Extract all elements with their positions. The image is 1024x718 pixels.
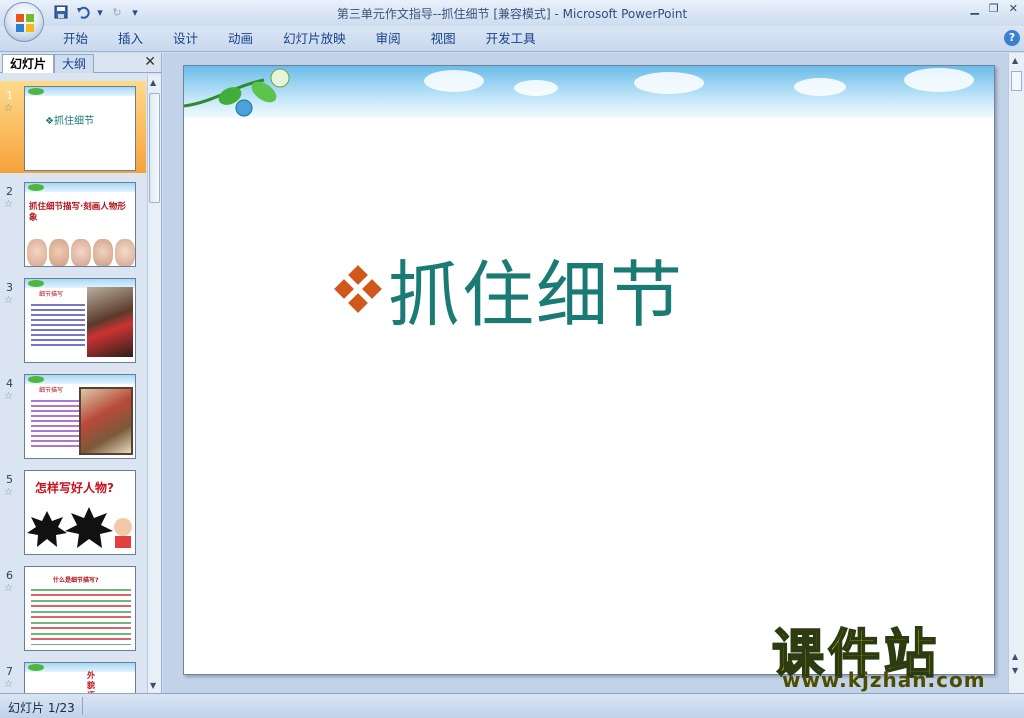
thumbnail-slide-3[interactable]: 3 ☆ 细节描写 <box>0 273 146 365</box>
thumbnail-text: 怎样写好人物? <box>35 481 114 495</box>
scrollbar-thumb[interactable] <box>1011 71 1022 91</box>
thumbnail-number: 2 <box>6 185 13 198</box>
next-slide-icon[interactable]: ▼ <box>1012 666 1018 675</box>
thumbnail-banner <box>25 183 135 192</box>
thumbnail-image: ❖抓住细节 <box>24 86 136 171</box>
thumbnail-banner <box>25 663 135 672</box>
thumbnail-number: 6 <box>6 569 13 582</box>
thumbnail-text: 什么是细节描写? <box>53 577 99 584</box>
tab-home[interactable]: 开始 <box>48 30 103 48</box>
thumbnail-slide-7[interactable]: 7 ☆ 外貌 语言 动作 <box>0 657 146 693</box>
slide-counter: 幻灯片 1/23 <box>8 701 75 715</box>
thumbnail-body-lines <box>31 585 131 645</box>
diamond-bullet-icon <box>334 264 382 313</box>
thumbnail-number: 4 <box>6 377 13 390</box>
animation-star-icon: ☆ <box>4 391 13 402</box>
thumbnail-banner <box>25 87 135 96</box>
animation-star-icon: ☆ <box>4 103 13 114</box>
thumbnail-text: ❖抓住细节 <box>45 116 94 127</box>
thumbnail-image: 细节描写 <box>24 278 136 363</box>
thumbnail-image: 什么是细节描写? <box>24 566 136 651</box>
thumbnail-number: 3 <box>6 281 13 294</box>
animation-star-icon: ☆ <box>4 583 13 594</box>
watermark-logo: 课件站 www.kjzhan.com <box>771 612 1012 692</box>
tab-review[interactable]: 审阅 <box>361 30 416 48</box>
scroll-up-icon[interactable]: ▲ <box>150 78 156 87</box>
prev-slide-icon[interactable]: ▲ <box>1012 652 1018 661</box>
watermark-url: www.kjzhan.com <box>782 668 986 692</box>
thumbnail-text: 细节描写 <box>39 291 64 298</box>
thumbnail-slide-6[interactable]: 6 ☆ 什么是细节描写? <box>0 561 146 653</box>
slide-banner <box>184 66 994 118</box>
thumbnail-image: 外貌 语言 动作 <box>24 662 136 693</box>
scrollbar-thumb[interactable] <box>149 93 160 203</box>
slide-title[interactable]: 抓住细节 <box>334 236 685 341</box>
editor-scrollbar[interactable]: ▲ ▲ ▼ <box>1008 53 1024 693</box>
animation-star-icon: ☆ <box>4 487 13 498</box>
app-name: Microsoft PowerPoint <box>562 7 688 21</box>
document-title: 第三单元作文指导--抓住细节 [兼容模式] - <box>336 7 563 21</box>
thumbnail-body-lines <box>31 397 79 447</box>
window-controls: ▁ ❐ ✕ <box>970 2 1018 15</box>
thumbnail-text: 细节描写 <box>39 387 64 394</box>
tab-slideshow[interactable]: 幻灯片放映 <box>268 30 361 48</box>
scroll-down-icon[interactable]: ▼ <box>150 681 156 690</box>
tab-view[interactable]: 视图 <box>416 30 471 48</box>
thumbnail-image: 抓住细节描写·刻画人物形象 <box>24 182 136 267</box>
thumbnail-image: 怎样写好人物? <box>24 470 136 555</box>
thumbnail-slide-4[interactable]: 4 ☆ 细节描写 <box>0 369 146 461</box>
scroll-up-icon[interactable]: ▲ <box>1012 56 1018 65</box>
thumbnail-scrollbar[interactable]: ▲ ▼ <box>147 75 161 693</box>
thumbnail-slide-5[interactable]: 5 ☆ 怎样写好人物? <box>0 465 146 557</box>
window-title: 第三单元作文指导--抓住细节 [兼容模式] - Microsoft PowerP… <box>0 5 1024 22</box>
status-separator <box>82 697 83 715</box>
office-logo-icon <box>16 14 34 32</box>
thumbnail-photo <box>87 287 133 357</box>
restore-icon[interactable]: ❐ <box>989 2 999 15</box>
vine-decoration-icon <box>184 68 290 117</box>
thumbnail-slide-2[interactable]: 2 ☆ 抓住细节描写·刻画人物形象 <box>0 177 146 269</box>
minimize-icon[interactable]: ▁ <box>970 2 978 15</box>
thumbnail-faces <box>25 239 135 266</box>
thumbnail-text: 外貌 语言 动作 <box>87 671 95 693</box>
close-pane-icon[interactable]: ✕ <box>144 54 156 70</box>
ribbon-tabs: 开始 插入 设计 动画 幻灯片放映 审阅 视图 开发工具 <box>48 30 551 48</box>
thumbnail-text: 抓住细节描写·刻画人物形象 <box>29 202 126 223</box>
thumbnail-banner <box>25 375 135 384</box>
slides-pane: 幻灯片 大纲 ✕ 1 ☆ ❖抓住细节 2 ☆ 抓住细节描写·刻画人物形象 3 ☆… <box>0 53 162 693</box>
animation-star-icon: ☆ <box>4 199 13 210</box>
thumbnail-starbursts <box>27 507 132 548</box>
current-slide[interactable]: 抓住细节 <box>183 65 995 675</box>
slide-editor: 抓住细节 <box>163 53 1008 693</box>
thumbnail-number: 5 <box>6 473 13 486</box>
animation-star-icon: ☆ <box>4 679 13 690</box>
slide-title-text: 抓住细节 <box>388 253 685 337</box>
office-button[interactable] <box>4 2 44 42</box>
status-bar: 幻灯片 1/23 <box>0 693 1024 718</box>
animation-star-icon: ☆ <box>4 295 13 306</box>
tab-developer[interactable]: 开发工具 <box>471 30 551 48</box>
title-bar: ▾ ↻ ▾ 第三单元作文指导--抓住细节 [兼容模式] - Microsoft … <box>0 0 1024 26</box>
thumbnail-number: 1 <box>6 89 13 102</box>
thumbnail-list: 1 ☆ ❖抓住细节 2 ☆ 抓住细节描写·刻画人物形象 3 ☆ 细节描写 4 ☆… <box>0 75 146 693</box>
close-window-icon[interactable]: ✕ <box>1009 2 1018 15</box>
thumbnail-number: 7 <box>6 665 13 678</box>
pane-tabs: 幻灯片 大纲 ✕ <box>0 53 162 73</box>
tab-insert[interactable]: 插入 <box>103 30 158 48</box>
thumbnail-slide-1[interactable]: 1 ☆ ❖抓住细节 <box>0 81 146 173</box>
tab-outline[interactable]: 大纲 <box>54 54 95 73</box>
help-icon[interactable]: ? <box>1004 30 1020 46</box>
ribbon: 开始 插入 设计 动画 幻灯片放映 审阅 视图 开发工具 ? <box>0 26 1024 52</box>
thumbnail-photo <box>79 387 133 455</box>
tab-animations[interactable]: 动画 <box>213 30 268 48</box>
thumbnail-body-lines <box>31 301 85 347</box>
thumbnail-image: 细节描写 <box>24 374 136 459</box>
tab-slides[interactable]: 幻灯片 <box>2 54 55 73</box>
tab-design[interactable]: 设计 <box>158 30 213 48</box>
